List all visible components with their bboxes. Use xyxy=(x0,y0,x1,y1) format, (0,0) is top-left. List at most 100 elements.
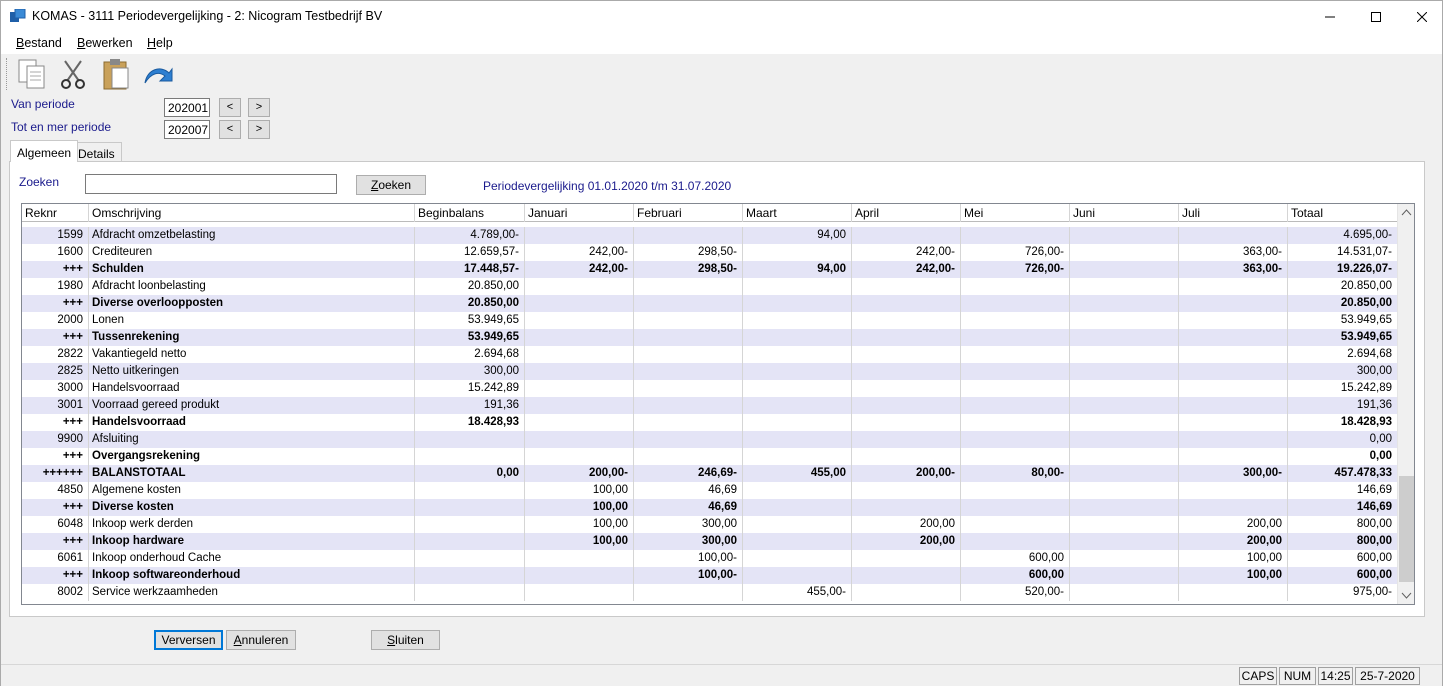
cell-maart xyxy=(743,414,852,431)
table-row[interactable]: 2822 Vakantiegeld netto 2.694,68 2.694,68 xyxy=(22,346,1398,363)
cell-maart xyxy=(743,499,852,516)
scroll-up-icon[interactable] xyxy=(1399,206,1414,220)
verversen-button[interactable]: Verversen xyxy=(154,630,223,650)
header-juli[interactable]: Juli xyxy=(1179,204,1288,222)
tot-periode-label: Tot en mer periode xyxy=(11,120,112,134)
close-button[interactable] xyxy=(1399,1,1443,32)
table-row[interactable]: 6048 Inkoop werk derden 100,00 300,00 200,00… xyxy=(22,516,1398,533)
header-januari[interactable]: Januari xyxy=(525,204,634,222)
tot-periode-next-button[interactable]: > xyxy=(248,120,270,139)
table-row[interactable]: 1600 Crediteuren 12.659,57- 242,00- 298,50- 2… xyxy=(22,244,1398,261)
cell-beginbalans: 20.850,00 xyxy=(415,295,525,312)
cell-januari xyxy=(525,346,634,363)
data-grid[interactable]: Reknr Omschrijving Beginbalans Januari Febru… xyxy=(21,203,1415,605)
cell-februari: 100,00- xyxy=(634,550,743,567)
table-row[interactable]: 3000 Handelsvoorraad 15.242,89 15.242,89 xyxy=(22,380,1398,397)
menu-bestand[interactable]: Bestand xyxy=(16,36,62,50)
van-periode-next-button[interactable]: > xyxy=(248,98,270,117)
table-row[interactable]: ++++++ BALANSTOTAAL 0,00 200,00- 246,69- 455,… xyxy=(22,465,1398,482)
header-reknr[interactable]: Reknr xyxy=(22,204,89,222)
menu-help[interactable]: Help xyxy=(147,36,173,50)
table-row[interactable]: +++ Overgangsrekening 0,00 xyxy=(22,448,1398,465)
cell-juli xyxy=(1179,278,1288,295)
zoeken-button[interactable]: Zoeken xyxy=(356,175,426,195)
cell-beginbalans: 17.448,57- xyxy=(415,261,525,278)
table-row[interactable]: 6061 Inkoop onderhoud Cache 100,00- 600,00 1… xyxy=(22,550,1398,567)
period-info: Periodevergelijking 01.01.2020 t/m 31.07… xyxy=(483,179,732,193)
table-row[interactable]: +++ Inkoop hardware 100,00 300,00 200,00 200,… xyxy=(22,533,1398,550)
table-row[interactable]: 3001 Voorraad gereed produkt 191,36 191,36 xyxy=(22,397,1398,414)
tab-details[interactable]: Details xyxy=(71,142,122,162)
cell-mei xyxy=(961,516,1070,533)
table-row[interactable]: +++ Diverse kosten 100,00 46,69 146,69 xyxy=(22,499,1398,516)
header-mei[interactable]: Mei xyxy=(961,204,1070,222)
cell-reknr: ++++++ xyxy=(22,465,89,482)
annuleren-button[interactable]: Annuleren xyxy=(226,630,296,650)
cell-februari: 46,69 xyxy=(634,482,743,499)
cell-totaal: 18.428,93 xyxy=(1288,414,1398,431)
header-maart[interactable]: Maart xyxy=(743,204,852,222)
cell-maart xyxy=(743,278,852,295)
cell-maart xyxy=(743,431,852,448)
table-row[interactable]: 4850 Algemene kosten 100,00 46,69 146,69 xyxy=(22,482,1398,499)
cell-januari: 200,00- xyxy=(525,465,634,482)
table-row[interactable]: 2825 Netto uitkeringen 300,00 300,00 xyxy=(22,363,1398,380)
copy-icon[interactable] xyxy=(15,57,49,91)
menu-bewerken[interactable]: Bewerken xyxy=(77,36,133,50)
scroll-down-icon[interactable] xyxy=(1399,588,1414,602)
cell-omschrijving: Handelsvoorraad xyxy=(89,380,415,397)
cell-april xyxy=(852,482,961,499)
cell-januari xyxy=(525,227,634,244)
cut-icon[interactable] xyxy=(57,57,91,91)
table-row[interactable]: +++ Diverse overloopposten 20.850,00 20.850… xyxy=(22,295,1398,312)
scroll-thumb[interactable] xyxy=(1399,476,1414,582)
minimize-button[interactable] xyxy=(1307,1,1353,32)
cell-mei xyxy=(961,397,1070,414)
cell-omschrijving: Afdracht omzetbelasting xyxy=(89,227,415,244)
cell-juni xyxy=(1070,499,1179,516)
cell-mei xyxy=(961,414,1070,431)
tot-periode-input[interactable]: 202007 xyxy=(164,120,210,139)
van-periode-input[interactable]: 202001 xyxy=(164,98,210,117)
cell-april xyxy=(852,346,961,363)
cell-juni xyxy=(1070,533,1179,550)
table-row[interactable]: 8002 Service werkzaamheden 455,00- 520,00- 9… xyxy=(22,584,1398,601)
header-omschrijving[interactable]: Omschrijving xyxy=(89,204,415,222)
cell-beginbalans: 20.850,00 xyxy=(415,278,525,295)
maximize-button[interactable] xyxy=(1353,1,1399,32)
table-row[interactable]: 2000 Lonen 53.949,65 53.949,65 xyxy=(22,312,1398,329)
cell-reknr: +++ xyxy=(22,295,89,312)
table-row[interactable]: 1980 Afdracht loonbelasting 20.850,00 20.85… xyxy=(22,278,1398,295)
cell-juli: 363,00- xyxy=(1179,244,1288,261)
table-row[interactable]: 1599 Afdracht omzetbelasting 4.789,00- 94,0… xyxy=(22,227,1398,244)
tab-algemeen[interactable]: Algemeen xyxy=(10,140,79,162)
cell-februari xyxy=(634,431,743,448)
cell-beginbalans: 15.242,89 xyxy=(415,380,525,397)
table-row[interactable]: +++ Handelsvoorraad 18.428,93 18.428,93 xyxy=(22,414,1398,431)
header-beginbalans[interactable]: Beginbalans xyxy=(415,204,525,222)
table-row[interactable]: +++ Tussenrekening 53.949,65 53.949,65 xyxy=(22,329,1398,346)
cell-beginbalans xyxy=(415,567,525,584)
header-februari[interactable]: Februari xyxy=(634,204,743,222)
table-row[interactable]: 9900 Afsluiting 0,00 xyxy=(22,431,1398,448)
undo-icon[interactable] xyxy=(141,57,175,91)
cell-reknr: 3000 xyxy=(22,380,89,397)
cell-april: 242,00- xyxy=(852,261,961,278)
paste-icon[interactable] xyxy=(99,57,133,91)
table-row[interactable]: +++ Schulden 17.448,57- 242,00- 298,50- 94,00… xyxy=(22,261,1398,278)
van-periode-prev-button[interactable]: < xyxy=(219,98,241,117)
cell-mei: 600,00 xyxy=(961,567,1070,584)
table-row[interactable]: +++ Inkoop softwareonderhoud 100,00- 600,00… xyxy=(22,567,1398,584)
cell-mei: 726,00- xyxy=(961,261,1070,278)
sluiten-button[interactable]: Sluiten xyxy=(371,630,440,650)
header-april[interactable]: April xyxy=(852,204,961,222)
header-juni[interactable]: Juni xyxy=(1070,204,1179,222)
cell-februari xyxy=(634,295,743,312)
cell-totaal: 800,00 xyxy=(1288,533,1398,550)
tot-periode-prev-button[interactable]: < xyxy=(219,120,241,139)
vertical-scrollbar[interactable] xyxy=(1397,204,1414,604)
search-input[interactable] xyxy=(85,174,337,194)
header-totaal[interactable]: Totaal xyxy=(1288,204,1398,222)
cell-maart xyxy=(743,550,852,567)
cell-mei xyxy=(961,363,1070,380)
